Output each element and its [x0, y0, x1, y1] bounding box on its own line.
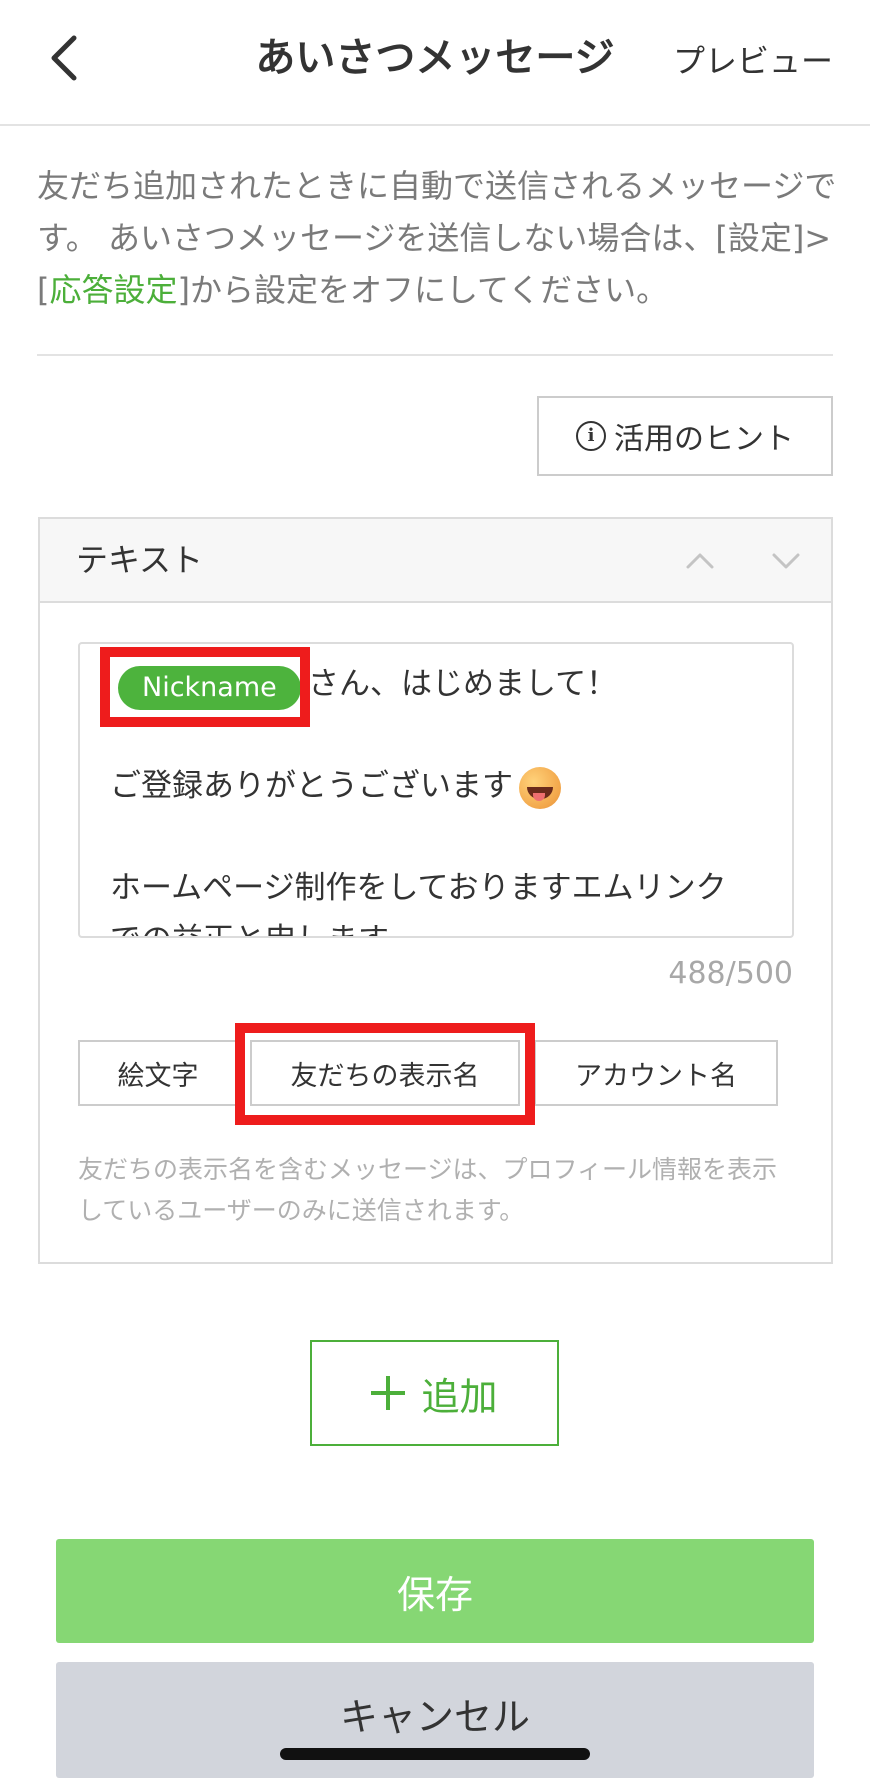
- chevron-down-icon: [772, 553, 800, 569]
- preview-button[interactable]: プレビュー: [673, 38, 833, 84]
- save-button[interactable]: 保存: [56, 1539, 814, 1643]
- chevron-left-icon: [51, 35, 77, 81]
- app-header: あいさつメッセージ プレビュー: [0, 0, 870, 126]
- hint-button[interactable]: i 活用のヒント: [537, 396, 833, 476]
- description-part2: ]から設定をオフにしてください。: [177, 271, 669, 309]
- add-button[interactable]: 追加: [310, 1340, 559, 1446]
- grinning-face-emoji: [519, 766, 561, 809]
- plus-icon: [371, 1376, 406, 1410]
- response-settings-link[interactable]: 応答設定: [49, 271, 177, 309]
- message-line-3: ホームページ制作をしておりますエムリンク: [110, 870, 727, 906]
- message-textarea[interactable]: Nickname さん、はじめまして！ ご登録ありがとうございます ホームページ…: [78, 642, 794, 938]
- character-counter: 488/500: [668, 956, 793, 991]
- nickname-chip[interactable]: Nickname: [118, 666, 301, 710]
- info-icon: i: [576, 421, 606, 451]
- add-button-label: 追加: [421, 1374, 498, 1419]
- move-down-button[interactable]: [766, 541, 806, 581]
- cancel-button[interactable]: キャンセル: [56, 1662, 814, 1778]
- message-line-2-text: ご登録ありがとうございます: [110, 768, 513, 804]
- card-header: テキスト: [40, 519, 831, 603]
- text-message-card: テキスト Nickname さん、はじめまして！ ご登録ありがとうございます ホ…: [38, 517, 833, 1264]
- message-line-1: さん、はじめまして！: [308, 666, 618, 702]
- card-title: テキスト: [76, 541, 204, 579]
- insert-account-name-button[interactable]: アカウント名: [534, 1040, 778, 1106]
- home-indicator: [280, 1748, 590, 1760]
- move-up-button[interactable]: [680, 541, 720, 581]
- message-line-2: ご登録ありがとうございます: [110, 764, 561, 809]
- divider: [37, 354, 833, 356]
- chevron-up-icon: [686, 553, 714, 569]
- message-line-4: での益正と申します。: [110, 918, 417, 936]
- insert-emoji-button[interactable]: 絵文字: [78, 1040, 238, 1106]
- description-text: 友だち追加されたときに自動で送信されるメッセージです。 あいさつメッセージを送信…: [37, 160, 837, 316]
- insert-friend-name-button[interactable]: 友だちの表示名: [250, 1040, 520, 1106]
- back-button[interactable]: [42, 28, 92, 88]
- friend-name-note: 友だちの表示名を含むメッセージは、プロフィール情報を表示しているユーザーのみに送…: [78, 1155, 778, 1225]
- hint-button-label: 活用のヒント: [614, 422, 794, 457]
